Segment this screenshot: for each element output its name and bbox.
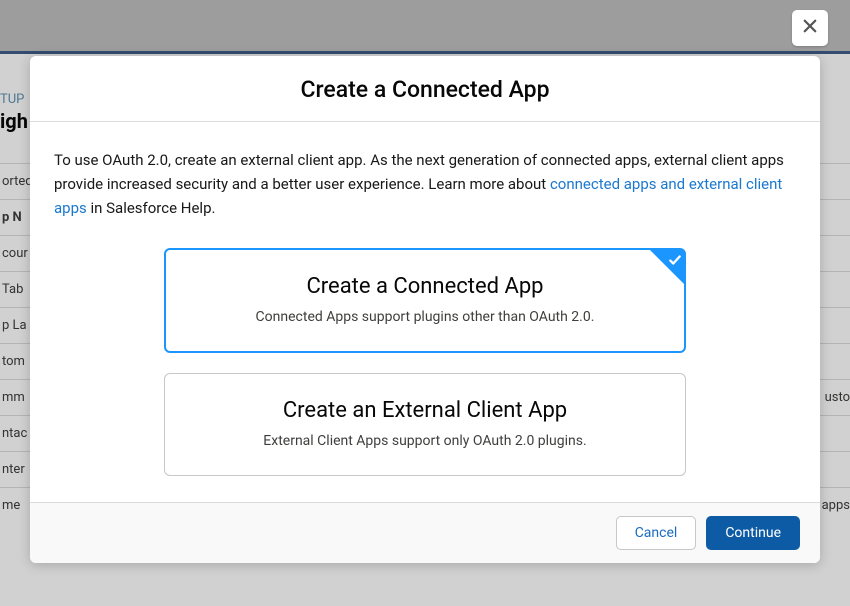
modal-body: To use OAuth 2.0, create an external cli… — [30, 122, 820, 502]
continue-button[interactable]: Continue — [706, 516, 800, 550]
option-external-client-app[interactable]: Create an External Client App External Cl… — [164, 373, 686, 476]
close-icon — [801, 17, 819, 39]
modal-close-button[interactable] — [792, 10, 828, 46]
create-connected-app-modal: Create a Connected App To use OAuth 2.0,… — [30, 56, 820, 563]
modal-description-text-post: in Salesforce Help. — [87, 199, 216, 217]
modal-header: Create a Connected App — [30, 56, 820, 122]
option-subtitle: External Client Apps support only OAuth … — [185, 433, 665, 449]
option-connected-app[interactable]: Create a Connected App Connected Apps sup… — [164, 248, 686, 353]
selected-indicator — [650, 250, 684, 284]
option-title: Create an External Client App — [185, 398, 665, 423]
modal-description: To use OAuth 2.0, create an external cli… — [54, 148, 796, 220]
cancel-button[interactable]: Cancel — [616, 516, 697, 550]
modal-backdrop: Create a Connected App To use OAuth 2.0,… — [0, 0, 850, 606]
modal-title: Create a Connected App — [30, 76, 820, 103]
modal-footer: Cancel Continue — [30, 502, 820, 563]
option-subtitle: Connected Apps support plugins other tha… — [186, 309, 664, 325]
option-title: Create a Connected App — [186, 274, 664, 299]
